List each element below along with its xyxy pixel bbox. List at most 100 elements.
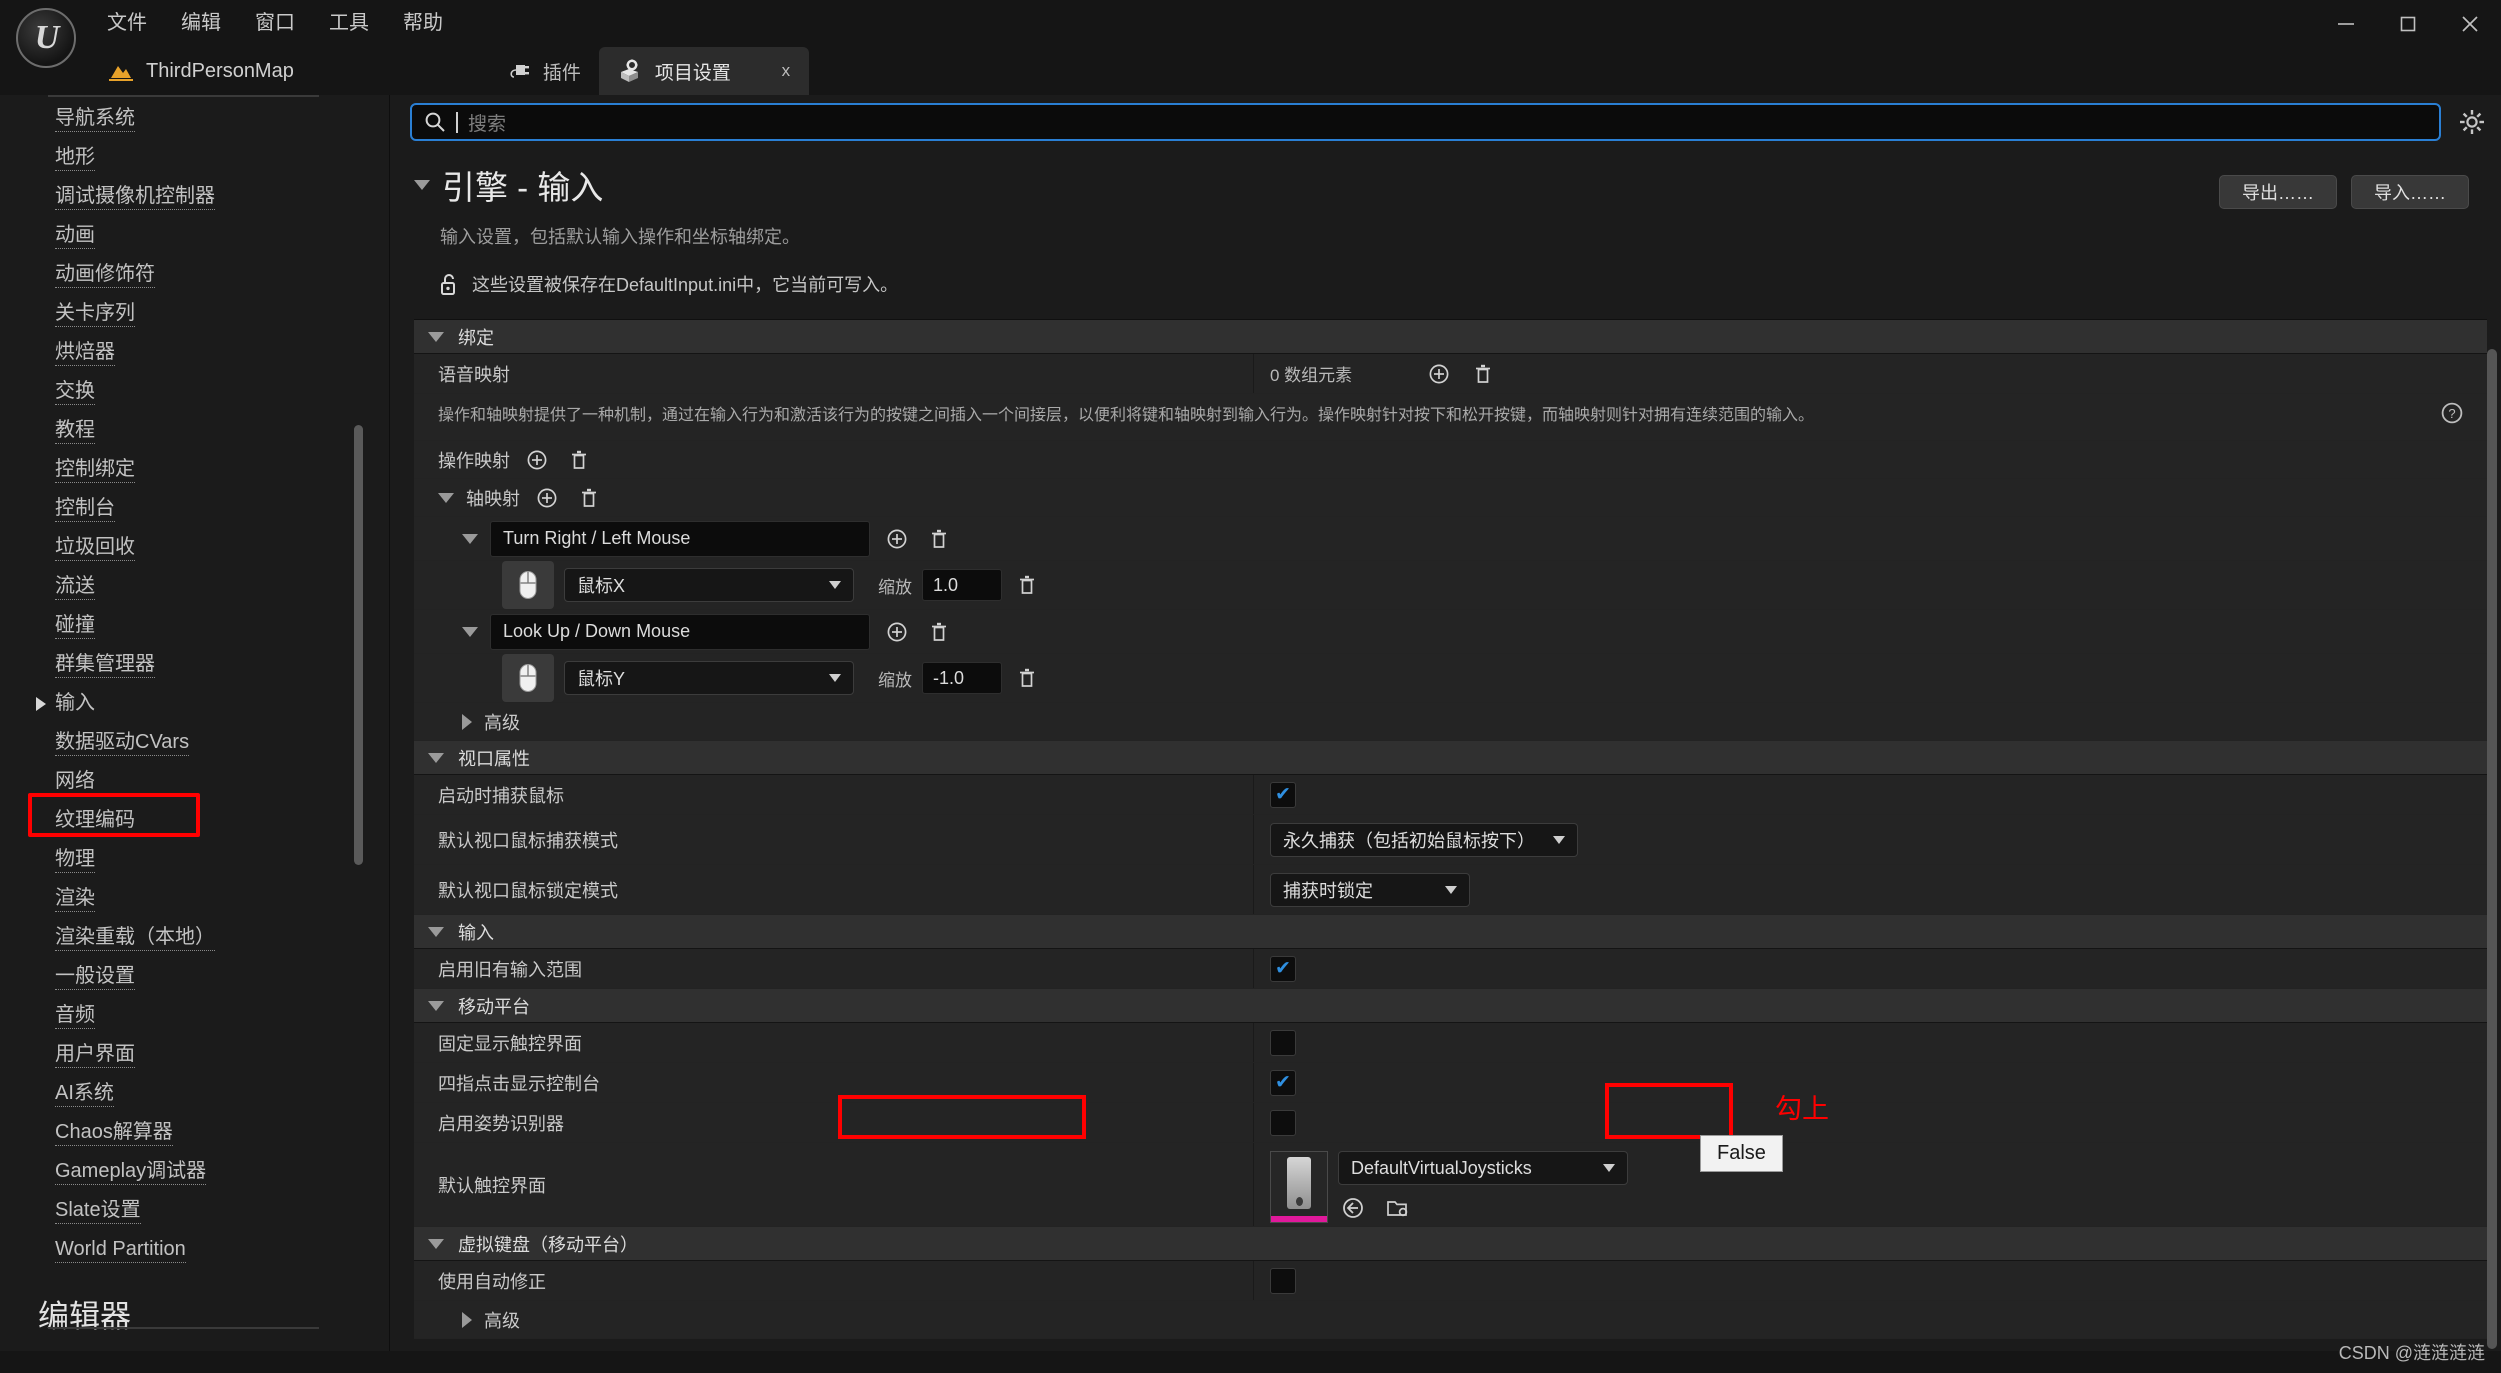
sidebar-item-27[interactable]: Gameplay调试器	[0, 1152, 389, 1191]
category-bindings[interactable]: 绑定	[414, 320, 2487, 354]
axis-key-combo[interactable]: 鼠标X	[564, 568, 854, 602]
sidebar-item-28[interactable]: Slate设置	[0, 1191, 389, 1230]
use-selected-icon[interactable]	[1382, 1193, 1412, 1223]
menu-tools[interactable]: 工具	[312, 0, 386, 47]
trash-icon[interactable]	[924, 524, 954, 554]
sidebar-item-17[interactable]: 网络	[0, 762, 389, 801]
checkbox-use-autocorrect[interactable]	[1270, 1267, 1296, 1294]
category-input[interactable]: 输入	[414, 915, 2487, 949]
main-scrollbar-track[interactable]	[2487, 199, 2499, 1349]
close-icon[interactable]	[2439, 0, 2501, 47]
plus-circle-icon[interactable]	[882, 524, 912, 554]
sidebar-item-7[interactable]: 交换	[0, 372, 389, 411]
page-title[interactable]: 引擎 - 输入	[414, 161, 2501, 209]
sidebar-item-3[interactable]: 动画	[0, 216, 389, 255]
chevron-right-icon[interactable]	[462, 713, 472, 730]
category-viewport[interactable]: 视口属性	[414, 741, 2487, 775]
import-button[interactable]: 导入……	[2351, 175, 2469, 209]
scale-input[interactable]: -1.0	[922, 662, 1002, 694]
category-mobile[interactable]: 移动平台	[414, 989, 2487, 1023]
row-bindings-advanced[interactable]: 高级	[414, 703, 2487, 741]
sidebar-item-15[interactable]: 输入	[0, 684, 389, 723]
menu-window[interactable]: 窗口	[238, 0, 312, 47]
trash-icon[interactable]	[1468, 359, 1498, 389]
chevron-down-icon[interactable]	[462, 533, 478, 544]
minimize-icon[interactable]	[2315, 0, 2377, 47]
sidebar-item-2[interactable]: 调试摄像机控制器	[0, 177, 389, 216]
checkbox-always-show-touch-interface[interactable]	[1270, 1029, 1296, 1056]
sidebar-scrollbar-track[interactable]	[354, 125, 376, 1231]
sidebar-item-29[interactable]: World Partition	[0, 1230, 389, 1269]
trash-icon[interactable]	[1012, 570, 1042, 600]
sidebar-item-11[interactable]: 垃圾回收	[0, 528, 389, 567]
tab-close-icon[interactable]: x	[773, 58, 799, 84]
sidebar-item-12[interactable]: 流送	[0, 567, 389, 606]
chevron-down-icon[interactable]	[462, 626, 478, 637]
sidebar-item-6[interactable]: 烘焙器	[0, 333, 389, 372]
chevron-down-icon[interactable]	[414, 180, 430, 190]
row-virtual-keyboard-advanced[interactable]: 高级	[414, 1301, 2487, 1339]
menu-help[interactable]: 帮助	[386, 0, 460, 47]
checkbox-show-console-on-four-finger-tap[interactable]	[1270, 1069, 1296, 1096]
mouse-icon[interactable]	[502, 654, 554, 702]
chevron-down-icon[interactable]	[428, 1238, 444, 1249]
sidebar-item-21[interactable]: 渲染重载（本地）	[0, 918, 389, 957]
sidebar-item-8[interactable]: 教程	[0, 411, 389, 450]
search-input[interactable]: 搜索	[410, 103, 2441, 141]
chevron-down-icon[interactable]	[438, 492, 454, 503]
chevron-down-icon[interactable]	[428, 752, 444, 763]
tab-plugins[interactable]: 插件	[487, 47, 599, 95]
chevron-down-icon[interactable]	[428, 331, 444, 342]
chevron-down-icon[interactable]	[428, 1000, 444, 1011]
combo-default-lock-mode[interactable]: 捕获时锁定	[1270, 872, 1470, 907]
sidebar-item-18[interactable]: 纹理编码	[0, 801, 389, 840]
checkbox-capture-mouse-on-launch[interactable]	[1270, 781, 1296, 808]
plus-circle-icon[interactable]	[882, 617, 912, 647]
sidebar-item-16[interactable]: 数据驱动CVars	[0, 723, 389, 762]
menu-edit[interactable]: 编辑	[164, 0, 238, 47]
asset-thumbnail[interactable]	[1270, 1151, 1328, 1223]
sidebar-item-26[interactable]: Chaos解算器	[0, 1113, 389, 1152]
export-button[interactable]: 导出……	[2219, 175, 2337, 209]
combo-default-capture-mode[interactable]: 永久捕获（包括初始鼠标按下）	[1270, 822, 1578, 857]
settings-gear-icon[interactable]	[2455, 105, 2489, 139]
axis-key-combo[interactable]: 鼠标Y	[564, 661, 854, 695]
browse-icon[interactable]	[1338, 1193, 1368, 1223]
sidebar-item-10[interactable]: 控制台	[0, 489, 389, 528]
trash-icon[interactable]	[924, 617, 954, 647]
axis-mapping-name-input[interactable]: Turn Right / Left Mouse	[490, 520, 870, 557]
trash-icon[interactable]	[564, 445, 594, 475]
category-virtual-keyboard[interactable]: 虚拟键盘（移动平台）	[414, 1227, 2487, 1261]
checkbox-enable-gesture-recognizer[interactable]	[1270, 1109, 1296, 1136]
question-circle-icon[interactable]: ?	[2439, 400, 2465, 434]
chevron-down-icon[interactable]	[428, 926, 444, 937]
sidebar-item-1[interactable]: 地形	[0, 138, 389, 177]
sidebar-item-25[interactable]: AI系统	[0, 1074, 389, 1113]
sidebar-item-19[interactable]: 物理	[0, 840, 389, 879]
menu-file[interactable]: 文件	[90, 0, 164, 47]
combo-default-touch-interface[interactable]: DefaultVirtualJoysticks	[1338, 1151, 1628, 1185]
sidebar-scrollbar-thumb[interactable]	[354, 425, 363, 865]
plus-circle-icon[interactable]	[522, 445, 552, 475]
sidebar-item-0[interactable]: 导航系统	[0, 99, 389, 138]
checkbox-enable-legacy-input-scales[interactable]	[1270, 955, 1296, 982]
mouse-icon[interactable]	[502, 561, 554, 609]
maximize-icon[interactable]	[2377, 0, 2439, 47]
sidebar-item-22[interactable]: 一般设置	[0, 957, 389, 996]
sidebar-item-5[interactable]: 关卡序列	[0, 294, 389, 333]
sidebar-item-9[interactable]: 控制绑定	[0, 450, 389, 489]
sidebar-item-24[interactable]: 用户界面	[0, 1035, 389, 1074]
sidebar-item-23[interactable]: 音频	[0, 996, 389, 1035]
trash-icon[interactable]	[574, 483, 604, 513]
sidebar-item-20[interactable]: 渲染	[0, 879, 389, 918]
scale-input[interactable]: 1.0	[922, 569, 1002, 601]
main-scrollbar-thumb[interactable]	[2487, 349, 2497, 1349]
sidebar-item-13[interactable]: 碰撞	[0, 606, 389, 645]
tab-project-settings[interactable]: 项目设置 x	[598, 47, 809, 95]
plus-circle-icon[interactable]	[532, 483, 562, 513]
plus-circle-icon[interactable]	[1424, 359, 1454, 389]
trash-icon[interactable]	[1012, 663, 1042, 693]
axis-mapping-name-input[interactable]: Look Up / Down Mouse	[490, 613, 870, 650]
sidebar-item-4[interactable]: 动画修饰符	[0, 255, 389, 294]
chevron-right-icon[interactable]	[462, 1311, 472, 1328]
